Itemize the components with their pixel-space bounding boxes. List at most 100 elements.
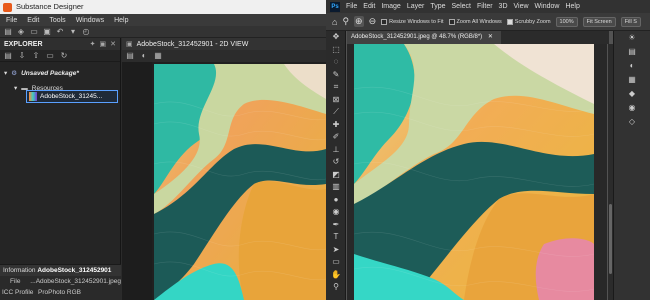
folder-icon[interactable]: ▭ bbox=[46, 51, 54, 60]
swirl-artwork bbox=[354, 44, 594, 300]
ps-menu-3d[interactable]: 3D bbox=[499, 3, 508, 10]
zoom-out-icon[interactable]: ⊖ bbox=[369, 16, 377, 27]
resize-windows-label: Resize Windows to Fit bbox=[389, 18, 444, 25]
ps-menu-image[interactable]: Image bbox=[381, 3, 400, 10]
hand-tool-icon[interactable]: ✋ bbox=[326, 269, 346, 282]
channels-icon[interactable]: ◐ bbox=[140, 52, 148, 60]
rectangle-tool-icon[interactable]: ▭ bbox=[326, 256, 346, 269]
menu-edit[interactable]: Edit bbox=[27, 17, 39, 24]
export-icon[interactable]: ⇧ bbox=[32, 51, 40, 60]
2d-view-background bbox=[122, 62, 152, 300]
document-image[interactable] bbox=[354, 44, 594, 300]
scrollbar-thumb[interactable] bbox=[609, 204, 612, 274]
2d-view-header: ▣ AdobeStock_312452901 - 2D VIEW bbox=[122, 38, 326, 50]
tree-package[interactable]: ▾ ⚙ Unsaved Package* bbox=[0, 67, 120, 79]
new-graph-icon[interactable]: ◈ bbox=[17, 27, 25, 36]
display-options-icon[interactable]: ▤ bbox=[126, 52, 134, 60]
ps-menu-edit[interactable]: Edit bbox=[363, 3, 375, 10]
properties-icon[interactable]: ▦ bbox=[614, 73, 650, 87]
new-icon[interactable]: ▤ bbox=[4, 51, 12, 60]
healing-tool-icon[interactable]: ✚ bbox=[326, 119, 346, 132]
import-icon[interactable]: ⇩ bbox=[18, 51, 26, 60]
ps-menu-help[interactable]: Help bbox=[565, 3, 579, 10]
learn-icon[interactable]: ☀ bbox=[614, 31, 650, 45]
tiling-icon[interactable]: ▦ bbox=[154, 52, 162, 60]
new-package-icon[interactable]: ▤ bbox=[4, 27, 12, 36]
paths-icon[interactable]: ◇ bbox=[614, 115, 650, 129]
eyedropper-tool-icon[interactable]: ⟋ bbox=[326, 106, 346, 119]
info-value: ...AdobeStock_312452901.jpeg bbox=[30, 278, 121, 285]
information-panel: Information AdobeStock_312452901 File ..… bbox=[0, 264, 121, 300]
document-tab-label: AdobeStock_312452901.jpeg @ 48.7% (RGB/8… bbox=[351, 34, 483, 40]
window-title: Substance Designer bbox=[16, 2, 84, 11]
explorer-header: EXPLORER ✦ ▣ ✕ bbox=[0, 38, 120, 50]
undo-icon[interactable]: ↶ bbox=[56, 27, 64, 36]
zoom-all-label: Zoom All Windows bbox=[456, 18, 502, 25]
type-tool-icon[interactable]: T bbox=[326, 231, 346, 244]
stamp-tool-icon[interactable]: ⊥ bbox=[326, 144, 346, 157]
blur-tool-icon[interactable]: ● bbox=[326, 194, 346, 207]
home-icon[interactable]: ⌂ bbox=[332, 17, 337, 27]
menu-help[interactable]: Help bbox=[114, 17, 128, 24]
eraser-tool-icon[interactable]: ◩ bbox=[326, 169, 346, 182]
menu-tools[interactable]: Tools bbox=[49, 17, 65, 24]
gradient-tool-icon[interactable]: ▥ bbox=[326, 181, 346, 194]
menu-windows[interactable]: Windows bbox=[76, 17, 104, 24]
dodge-tool-icon[interactable]: ◉ bbox=[326, 206, 346, 219]
libraries-icon[interactable]: ▤ bbox=[614, 45, 650, 59]
resize-windows-checkbox[interactable]: Resize Windows to Fit bbox=[381, 18, 444, 25]
fill-screen-button[interactable]: Fill S bbox=[620, 16, 641, 27]
swirl-artwork bbox=[154, 64, 326, 300]
fit-screen-button[interactable]: Fit Screen bbox=[582, 16, 616, 27]
adjustments-icon[interactable]: ◐ bbox=[614, 59, 650, 73]
close-tab-icon[interactable]: ✕ bbox=[488, 34, 493, 40]
ps-canvas-area[interactable] bbox=[347, 44, 607, 300]
marquee-tool-icon[interactable]: ⬚ bbox=[326, 44, 346, 57]
expand-arrow-icon[interactable]: ▾ bbox=[14, 84, 17, 92]
save-icon[interactable]: ▣ bbox=[43, 27, 51, 36]
ps-menu-select[interactable]: Select bbox=[452, 3, 471, 10]
100-percent-button[interactable]: 100% bbox=[555, 16, 578, 27]
package-label: Unsaved Package* bbox=[21, 69, 79, 77]
redo-dropdown-icon[interactable]: ▾ bbox=[69, 27, 77, 36]
ps-menu-type[interactable]: Type bbox=[430, 3, 445, 10]
crop-tool-icon[interactable]: ⌗ bbox=[326, 81, 346, 94]
path-select-icon[interactable]: ➤ bbox=[326, 244, 346, 257]
channels-icon[interactable]: ◉ bbox=[614, 101, 650, 115]
explorer-title: EXPLORER bbox=[4, 40, 43, 48]
ps-menu-layer[interactable]: Layer bbox=[407, 3, 425, 10]
ps-menu-view[interactable]: View bbox=[514, 3, 529, 10]
ps-right-panels: ☀ ▤ ◐ ▦ ◆ ◉ ◇ bbox=[613, 31, 650, 300]
close-icon[interactable]: ✕ bbox=[110, 40, 116, 48]
ps-toolbar: ✥ ⬚ ◌ ✎ ⌗ ⊠ ⟋ ✚ ✐ ⊥ ↺ ◩ ▥ ● ◉ ✒ T ➤ ▭ ✋ … bbox=[326, 31, 346, 300]
pen-tool-icon[interactable]: ✒ bbox=[326, 219, 346, 232]
window-title-bar: Substance Designer bbox=[0, 0, 326, 14]
expand-icon[interactable]: ▣ bbox=[100, 40, 107, 48]
move-tool-icon[interactable]: ✥ bbox=[326, 31, 346, 44]
history-icon[interactable]: ◴ bbox=[82, 27, 90, 36]
quick-select-tool-icon[interactable]: ✎ bbox=[326, 69, 346, 82]
bitmap-preview-image[interactable] bbox=[154, 64, 326, 300]
tree-file-selected[interactable]: AdobeStock_31245... bbox=[26, 90, 118, 103]
2d-view-toolbar: ▤ ◐ ▦ bbox=[122, 50, 326, 62]
document-tab[interactable]: AdobeStock_312452901.jpeg @ 48.7% (RGB/8… bbox=[347, 31, 501, 44]
zoom-tool-icon[interactable]: ⚲ bbox=[342, 16, 349, 27]
zoom-tool-icon[interactable]: ⚲ bbox=[326, 281, 346, 294]
ps-menu-filter[interactable]: Filter bbox=[477, 3, 493, 10]
open-icon[interactable]: ▭ bbox=[30, 27, 38, 36]
scrubby-zoom-checkbox[interactable]: Scrubby Zoom bbox=[506, 18, 551, 25]
ps-menu-file[interactable]: File bbox=[346, 3, 357, 10]
history-brush-icon[interactable]: ↺ bbox=[326, 156, 346, 169]
ps-menu-window[interactable]: Window bbox=[535, 3, 560, 10]
lasso-tool-icon[interactable]: ◌ bbox=[326, 56, 346, 69]
frame-tool-icon[interactable]: ⊠ bbox=[326, 94, 346, 107]
pin-icon[interactable]: ✦ bbox=[90, 40, 96, 48]
zoom-all-checkbox[interactable]: Zoom All Windows bbox=[448, 18, 502, 25]
layers-icon[interactable]: ◆ bbox=[614, 87, 650, 101]
explorer-panel: EXPLORER ✦ ▣ ✕ ▤ ⇩ ⇧ ▭ ↻ ▾ ⚙ Unsaved Pac… bbox=[0, 38, 121, 300]
menu-file[interactable]: File bbox=[6, 17, 17, 24]
expand-arrow-icon[interactable]: ▾ bbox=[4, 69, 7, 77]
refresh-icon[interactable]: ↻ bbox=[60, 51, 68, 60]
zoom-in-icon[interactable]: ⊕ bbox=[354, 16, 364, 27]
brush-tool-icon[interactable]: ✐ bbox=[326, 131, 346, 144]
